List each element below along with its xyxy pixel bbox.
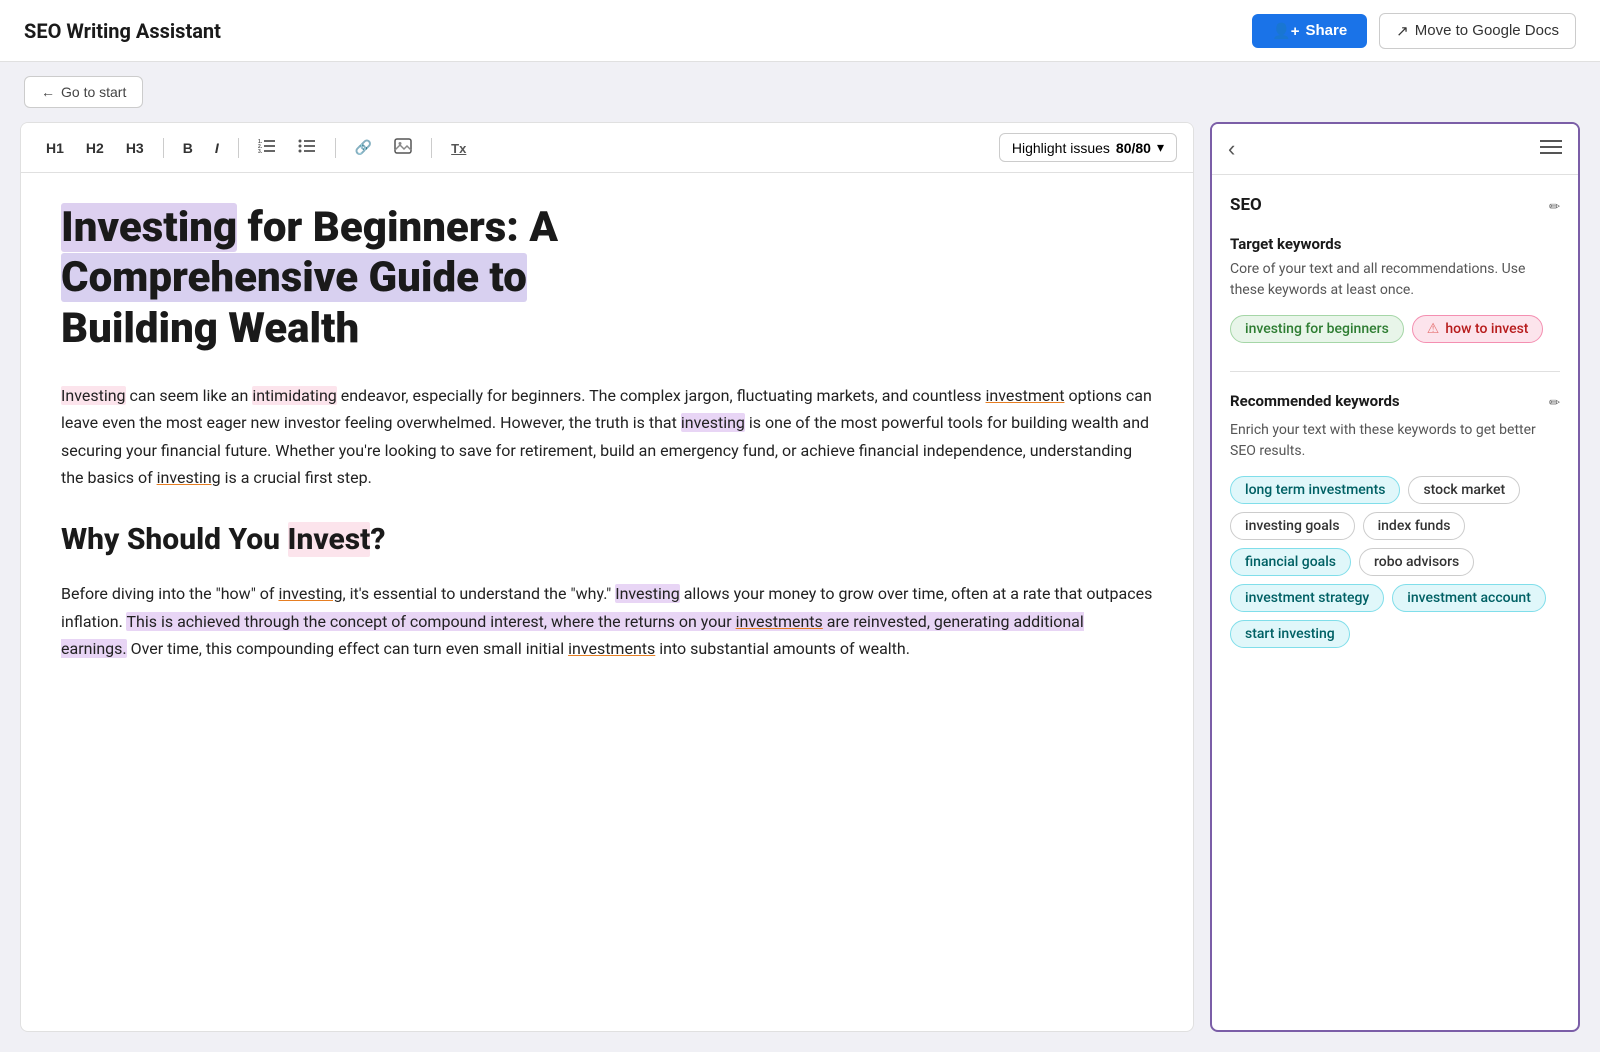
toolbar-separator-4 — [431, 138, 432, 158]
keyword-tag-start-investing[interactable]: start investing — [1230, 620, 1350, 648]
ordered-list-icon: 1.2.3. — [258, 141, 276, 157]
recommended-keywords-edit-button[interactable]: ✏ — [1549, 395, 1560, 411]
share-button[interactable]: 👤+ Share — [1252, 14, 1367, 48]
highlight-investments-2: investments — [568, 639, 655, 658]
highlight-invest: Invest — [288, 522, 371, 557]
highlight-investments-1: investments — [736, 612, 823, 631]
keyword-tag-investment-strategy[interactable]: investment strategy — [1230, 584, 1384, 612]
keyword-tag-long-term-investments[interactable]: long term investments — [1230, 476, 1400, 504]
italic-button[interactable]: I — [206, 135, 228, 161]
seo-panel: ‹ SEO ✏ Target keywords — [1210, 122, 1580, 1032]
article-title: Investing for Beginners: A Comprehensive… — [61, 203, 1153, 354]
highlight-investing-4: investing — [278, 584, 342, 603]
keyword-tag-investing-for-beginners[interactable]: investing for beginners — [1230, 315, 1404, 343]
keyword-tag-how-to-invest[interactable]: ⚠ how to invest — [1412, 315, 1544, 343]
toolbar-separator-2 — [238, 138, 239, 158]
link-icon: 🔗 — [355, 139, 372, 155]
h2-button[interactable]: H2 — [77, 135, 113, 161]
chevron-left-icon: ‹ — [1228, 136, 1235, 161]
paragraph-1: Investing can seem like an intimidating … — [61, 382, 1153, 491]
toolbar-left: H1 H2 H3 B I 1.2.3. — [37, 133, 475, 162]
target-keywords-tags: investing for beginners ⚠ how to invest — [1230, 315, 1560, 343]
seo-edit-button[interactable]: ✏ — [1549, 199, 1560, 215]
image-icon — [394, 141, 412, 157]
highlight-investing-3: investing — [157, 468, 221, 487]
main-layout: H1 H2 H3 B I 1.2.3. — [0, 122, 1600, 1052]
seo-section: SEO ✏ Target keywords Core of your text … — [1230, 195, 1560, 343]
highlight-issues-dropdown[interactable]: Highlight issues 80/80 ▾ — [999, 133, 1177, 162]
header-actions: 👤+ Share ↗ Move to Google Docs — [1252, 13, 1576, 49]
section-divider — [1230, 371, 1560, 372]
target-keywords-section: Target keywords Core of your text and al… — [1230, 235, 1560, 343]
editor-content[interactable]: Investing for Beginners: A Comprehensive… — [21, 173, 1193, 1031]
unordered-list-icon — [298, 141, 316, 157]
panel-topbar: ‹ — [1212, 124, 1578, 175]
warning-icon: ⚠ — [1427, 321, 1440, 337]
panel-menu-button[interactable] — [1540, 139, 1562, 160]
keyword-tag-index-funds[interactable]: index funds — [1363, 512, 1466, 540]
clear-format-button[interactable]: Tx — [442, 135, 475, 161]
highlight-investing-2: investing — [681, 413, 745, 432]
seo-section-title: SEO — [1230, 195, 1262, 215]
panel-content: SEO ✏ Target keywords Core of your text … — [1212, 175, 1578, 1030]
ordered-list-button[interactable]: 1.2.3. — [249, 133, 285, 162]
app-title: SEO Writing Assistant — [24, 19, 221, 43]
svg-text:3.: 3. — [258, 149, 263, 154]
title-highlight-guide: Comprehensive Guide to — [61, 253, 527, 302]
highlight-investing-5: Investing — [615, 584, 680, 603]
sub-header: ← Go to start — [0, 62, 1600, 122]
hamburger-icon — [1540, 139, 1562, 159]
keyword-tag-stock-market[interactable]: stock market — [1408, 476, 1520, 504]
recommended-keywords-desc: Enrich your text with these keywords to … — [1230, 420, 1560, 462]
h3-button[interactable]: H3 — [117, 135, 153, 161]
target-keywords-desc: Core of your text and all recommendation… — [1230, 259, 1560, 301]
dropdown-arrow-icon: ▾ — [1157, 139, 1164, 156]
recommended-keywords-tags: long term investments stock market inves… — [1230, 476, 1560, 648]
highlight-investing-1: Investing — [61, 386, 126, 405]
toolbar-right: Highlight issues 80/80 ▾ — [999, 133, 1177, 162]
panel-back-button[interactable]: ‹ — [1228, 136, 1235, 162]
unordered-list-button[interactable] — [289, 133, 325, 162]
target-keywords-title: Target keywords — [1230, 235, 1560, 253]
toolbar-separator-3 — [335, 138, 336, 158]
go-to-start-button[interactable]: ← Go to start — [24, 76, 143, 108]
link-button[interactable]: 🔗 — [346, 134, 381, 161]
pencil-icon-2: ✏ — [1549, 395, 1560, 410]
share-icon: 👤+ — [1272, 22, 1299, 40]
recommended-keywords-title: Recommended keywords — [1230, 392, 1400, 410]
recommended-keywords-section: Recommended keywords ✏ Enrich your text … — [1230, 392, 1560, 648]
title-highlight-investing: Investing — [61, 203, 237, 252]
highlight-investment-1: investment — [986, 386, 1065, 405]
keyword-tag-robo-advisors[interactable]: robo advisors — [1359, 548, 1474, 576]
arrow-left-icon: ← — [41, 84, 55, 100]
h1-button[interactable]: H1 — [37, 135, 73, 161]
keyword-tag-financial-goals[interactable]: financial goals — [1230, 548, 1351, 576]
highlight-intimidating: intimidating — [252, 386, 336, 405]
section-title-why-invest: Why Should You Invest? — [61, 515, 1153, 565]
editor-panel: H1 H2 H3 B I 1.2.3. — [20, 122, 1194, 1032]
editor-toolbar: H1 H2 H3 B I 1.2.3. — [21, 123, 1193, 173]
image-button[interactable] — [385, 133, 421, 162]
header: SEO Writing Assistant 👤+ Share ↗ Move to… — [0, 0, 1600, 62]
paragraph-2: Before diving into the "how" of investin… — [61, 580, 1153, 662]
keyword-tag-investment-account[interactable]: investment account — [1392, 584, 1546, 612]
clear-format-icon: Tx — [451, 141, 466, 156]
bold-button[interactable]: B — [174, 135, 202, 161]
move-to-google-docs-button[interactable]: ↗ Move to Google Docs — [1379, 13, 1576, 49]
keyword-tag-investing-goals[interactable]: investing goals — [1230, 512, 1355, 540]
move-icon: ↗ — [1396, 22, 1409, 40]
pencil-icon: ✏ — [1549, 199, 1560, 214]
toolbar-separator-1 — [163, 138, 164, 158]
